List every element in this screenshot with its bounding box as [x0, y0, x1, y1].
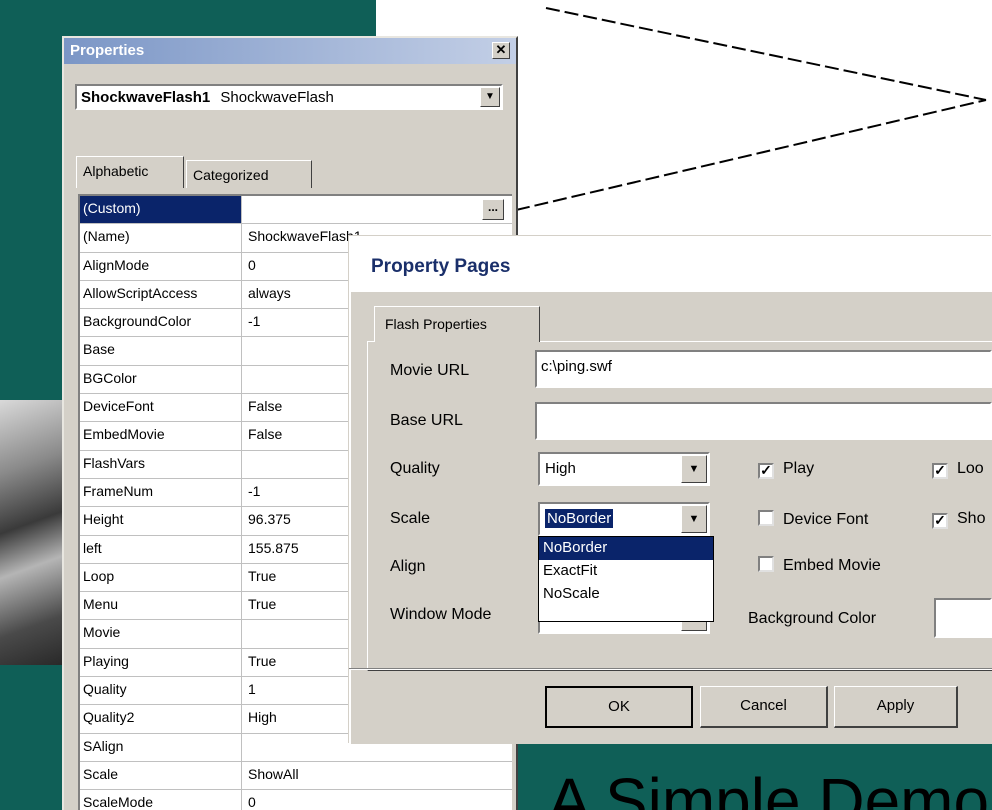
movie-url-input[interactable]: c:\ping.swf	[535, 350, 992, 388]
chevron-down-icon[interactable]: ▼	[480, 87, 500, 107]
device-font-check-icon[interactable]	[758, 510, 774, 526]
object-name: ShockwaveFlash1	[81, 89, 211, 106]
quality-label: Quality	[390, 460, 440, 477]
properties-title: Properties	[70, 42, 145, 59]
quality-value: High	[545, 460, 576, 477]
property-name: BGColor	[80, 365, 242, 394]
object-selector[interactable]: ShockwaveFlash1 ShockwaveFlash ▼	[75, 84, 503, 110]
background-color-input[interactable]	[934, 598, 992, 638]
cancel-button[interactable]: Cancel	[700, 686, 828, 728]
property-name: Scale	[80, 761, 242, 790]
play-check-icon[interactable]: ✓	[758, 463, 774, 479]
chevron-down-icon[interactable]: ▼	[681, 505, 707, 533]
property-name: left	[80, 535, 242, 563]
property-name: Playing	[80, 648, 242, 677]
quality-select[interactable]: High ▼	[538, 452, 710, 486]
property-name: Quality2	[80, 705, 242, 733]
show-menu-check-icon[interactable]: ✓	[932, 513, 948, 529]
window-mode-label: Window Mode	[390, 606, 492, 623]
property-name: (Name)	[80, 224, 242, 252]
show-menu-checkbox[interactable]: ✓ Sho	[932, 510, 985, 529]
property-name: BackgroundColor	[80, 309, 242, 337]
embed-movie-label: Embed Movie	[783, 557, 881, 574]
property-name: SAlign	[80, 733, 242, 761]
device-font-checkbox[interactable]: Device Font	[758, 510, 868, 529]
device-font-label: Device Font	[783, 511, 869, 528]
scale-dropdown-list[interactable]: NoBorder ExactFit NoScale	[538, 536, 714, 622]
scale-option-noborder[interactable]: NoBorder	[539, 537, 713, 560]
object-type: ShockwaveFlash	[220, 89, 334, 106]
tab-flash-properties[interactable]: Flash Properties	[374, 306, 540, 342]
embed-movie-checkbox[interactable]: Embed Movie	[758, 556, 881, 575]
movie-url-label: Movie URL	[390, 362, 470, 379]
property-name: Loop	[80, 563, 242, 592]
property-name: FlashVars	[80, 450, 242, 478]
property-name: FrameNum	[80, 478, 242, 507]
scale-label: Scale	[390, 510, 431, 527]
scale-option-exactfit[interactable]: ExactFit	[539, 560, 713, 583]
show-menu-label: Sho	[957, 510, 986, 527]
loop-check-icon[interactable]: ✓	[932, 463, 948, 479]
property-name: Base	[80, 337, 242, 365]
tab-categorized[interactable]: Categorized	[186, 160, 312, 188]
loop-label: Loo	[957, 460, 984, 477]
slide-title: A Simple Demo	[548, 765, 990, 810]
property-name: Height	[80, 507, 242, 535]
close-icon[interactable]: ✕	[492, 42, 510, 59]
play-label: Play	[783, 460, 815, 477]
scale-value: NoBorder	[545, 509, 614, 528]
ellipsis-button[interactable]: ...	[482, 199, 504, 220]
property-name: Quality	[80, 677, 242, 705]
dialog-separator	[349, 668, 992, 670]
table-row[interactable]: (Custom)...	[80, 196, 512, 225]
tab-alphabetic[interactable]: Alphabetic	[76, 156, 184, 188]
property-pages-title: Property Pages	[371, 256, 511, 277]
property-name: ScaleMode	[80, 790, 242, 810]
apply-button[interactable]: Apply	[834, 686, 958, 728]
table-row[interactable]: Scale ShowAll	[80, 761, 512, 791]
property-name: DeviceFont	[80, 394, 242, 422]
align-label: Align	[390, 558, 426, 575]
scale-option-noscale[interactable]: NoScale	[539, 583, 713, 606]
property-name: Menu	[80, 592, 242, 620]
base-url-input[interactable]	[535, 402, 992, 440]
property-value[interactable]: 0	[244, 790, 512, 810]
property-value[interactable]: ShowAll	[244, 762, 512, 789]
property-name: (Custom)	[80, 196, 242, 224]
property-name: EmbedMovie	[80, 422, 242, 450]
properties-titlebar[interactable]: Properties ✕	[64, 38, 516, 64]
play-checkbox[interactable]: ✓ Play	[758, 460, 814, 479]
ok-button[interactable]: OK	[545, 686, 693, 728]
property-name: AllowScriptAccess	[80, 280, 242, 309]
property-pages-titlebar[interactable]: Property Pages	[351, 238, 992, 292]
table-row[interactable]: ScaleMode 0	[80, 790, 512, 810]
background-color-label: Background Color	[748, 610, 877, 627]
property-name: Movie	[80, 620, 242, 648]
chevron-down-icon[interactable]: ▼	[681, 455, 707, 483]
embed-movie-check-icon[interactable]	[758, 556, 774, 572]
scale-select[interactable]: NoBorder ▼	[538, 502, 710, 536]
loop-checkbox[interactable]: ✓ Loo	[932, 460, 984, 479]
base-url-label: Base URL	[390, 412, 463, 429]
property-name: AlignMode	[80, 252, 242, 280]
property-value[interactable]	[244, 196, 512, 223]
